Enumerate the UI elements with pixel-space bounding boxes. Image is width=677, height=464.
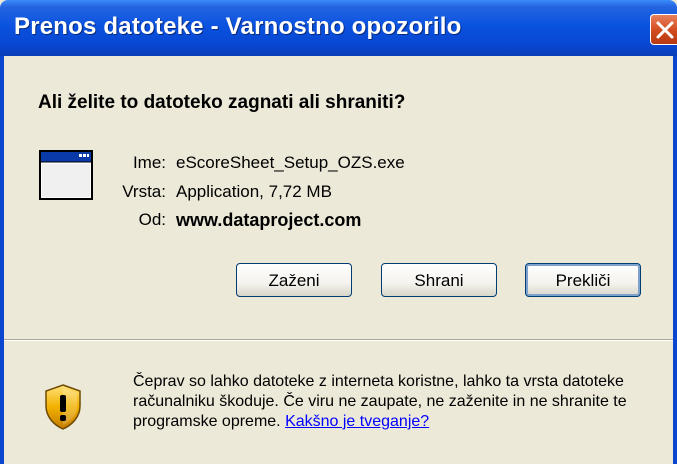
warning-message: Čeprav so lahko datoteke z interneta kor… <box>133 372 653 432</box>
close-button[interactable] <box>650 14 677 45</box>
file-type-label: Vrsta: <box>122 182 166 201</box>
dialog-question: Ali želite to datoteko zagnati ali shran… <box>38 92 406 113</box>
file-name-label: Ime: <box>132 153 166 172</box>
file-source-label: Od: <box>138 210 166 229</box>
risk-info-link[interactable]: Kakšno je tveganje? <box>285 413 429 430</box>
cancel-button[interactable]: Prekliči <box>525 263 641 297</box>
file-name-row: Ime: eScoreSheet_Setup_OZS.exe <box>0 153 677 177</box>
window-title: Prenos datoteke - Varnostno opozorilo <box>14 13 462 40</box>
run-button[interactable]: Zaženi <box>236 263 352 297</box>
close-icon <box>656 21 674 39</box>
divider-highlight <box>4 340 673 341</box>
window-frame-left <box>0 56 4 464</box>
window-frame-right <box>673 56 677 464</box>
security-shield-warning-icon <box>45 384 81 430</box>
file-name-value: eScoreSheet_Setup_OZS.exe <box>176 153 405 172</box>
title-bar[interactable]: Prenos datoteke - Varnostno opozorilo <box>0 0 677 56</box>
file-source-value: www.dataproject.com <box>176 210 362 230</box>
save-button[interactable]: Shrani <box>381 263 497 297</box>
file-source-row: Od: www.dataproject.com <box>0 210 677 234</box>
file-type-row: Vrsta: Application, 7,72 MB <box>0 182 677 206</box>
file-type-value: Application, 7,72 MB <box>176 182 332 201</box>
